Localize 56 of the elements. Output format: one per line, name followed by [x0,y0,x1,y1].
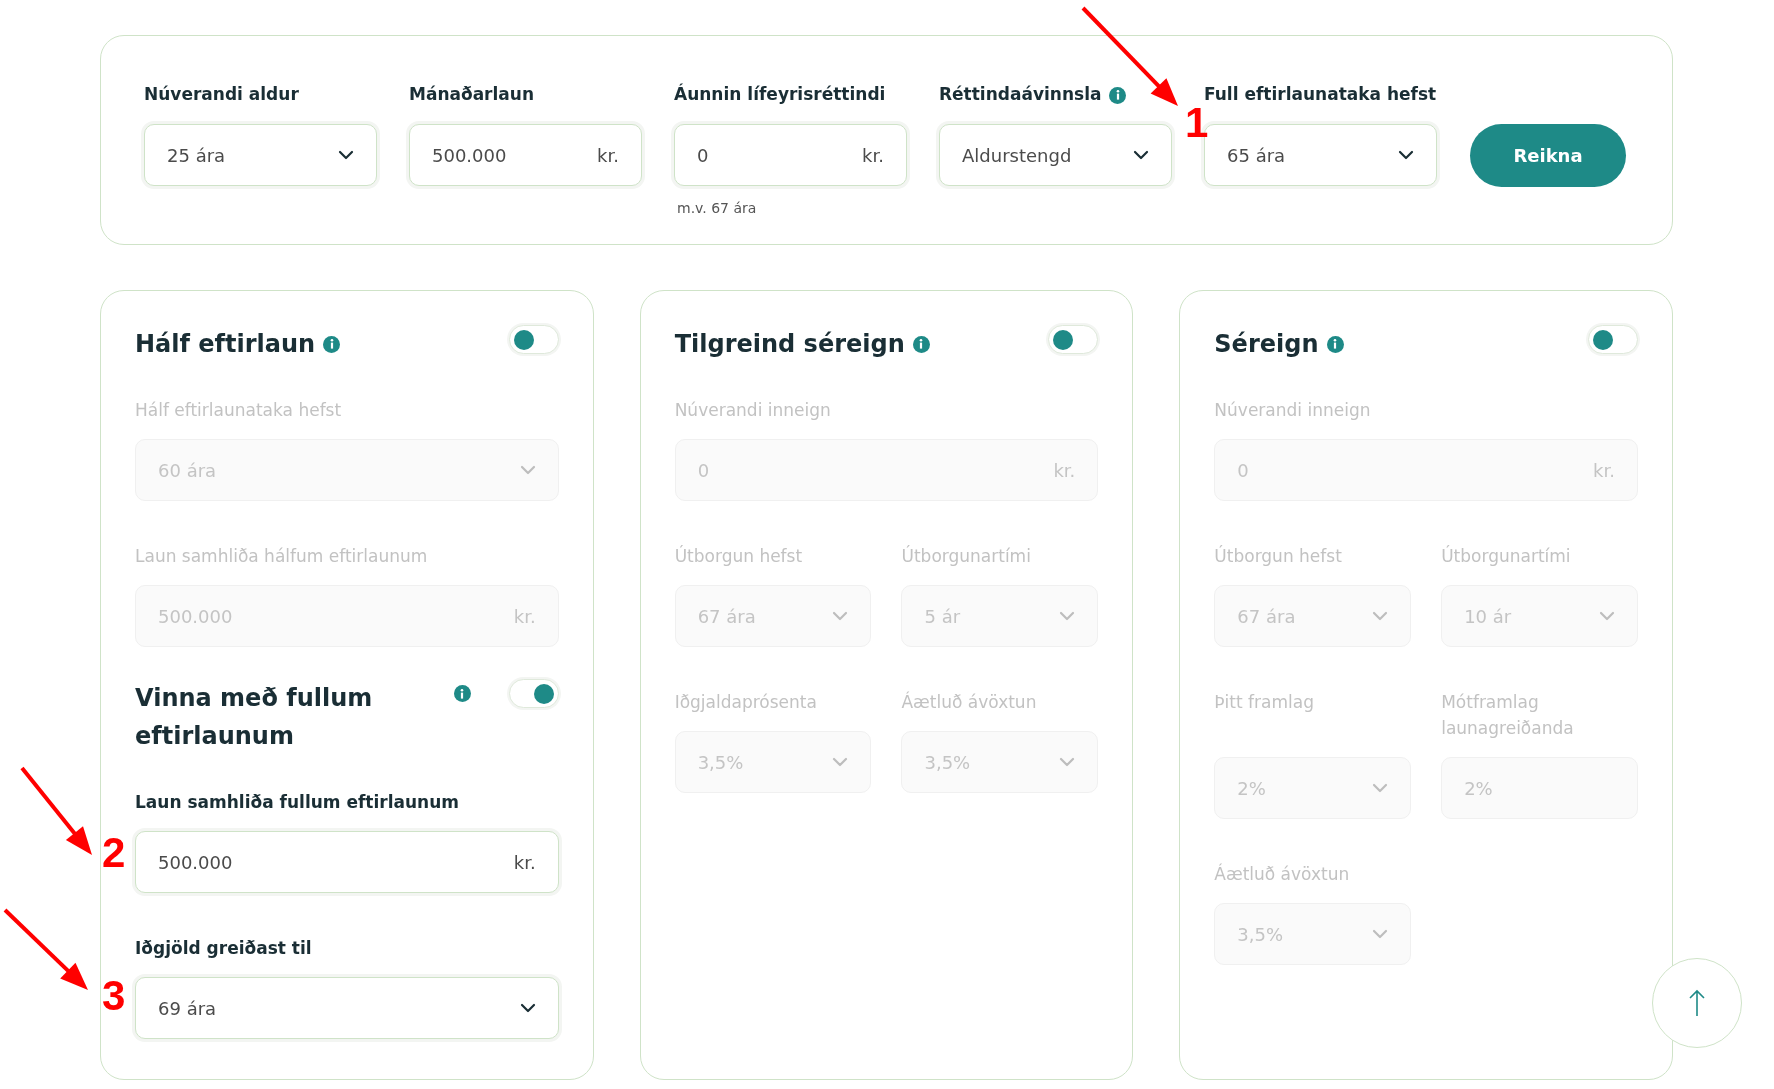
chevron-down-icon [519,465,536,475]
chevron-down-icon [1059,611,1076,621]
chevron-down-icon [1059,757,1076,767]
field-label: Útborgun hefst [674,544,804,568]
info-icon[interactable] [1109,86,1127,104]
arrow-up-icon [1688,989,1706,1017]
chevron-down-icon [1372,611,1389,621]
toggle-switch[interactable] [508,679,559,708]
field-label: Núverandi aldur [144,83,299,107]
field-label: Laun samhliða fullum eftirlaunum [135,791,461,814]
field-label: Áætluð ávöxtun [901,690,1038,714]
field-label: Núverandi inneign [674,399,832,422]
chevron-down-icon [1398,150,1414,160]
chevron-down-icon [519,1003,536,1013]
hint-text: m.v. 67 ára [677,199,758,218]
field-label: Iðgjaldaprósenta [674,691,818,714]
section-title: Hálf eftirlaun [135,329,316,360]
input-field[interactable]: 500.000 kr. [409,124,642,186]
chevron-down-icon [1372,929,1389,939]
field-label: Mánaðarlaun [409,83,534,107]
toggle-switch[interactable] [1048,325,1099,354]
chevron-down-icon [338,150,354,160]
field-label: Núverandi inneign [1214,399,1372,422]
annotation-number: 3 [102,975,126,1017]
toggle-switch[interactable] [1588,325,1638,354]
dropdown[interactable]: 69 ára [135,977,559,1039]
info-icon[interactable] [453,685,471,702]
dropdown[interactable]: 25 ára [144,124,377,186]
section-title: Tilgreind séreign [674,329,905,360]
field-label: Þitt framlag [1214,691,1315,714]
field-label: Mótframlag launagreiðanda [1441,691,1575,740]
field-label: Iðgjöld greiðast til [135,937,313,960]
chevron-down-icon [1133,150,1149,160]
info-icon[interactable] [912,335,930,353]
field-label: Réttindaávinnsla [939,83,1102,107]
chevron-down-icon [832,611,849,621]
field-label: Útborgunartími [1441,544,1572,568]
input-field[interactable]: 0 kr. [674,124,907,186]
chevron-down-icon [1372,783,1389,793]
field-label: Hálf eftirlaunataka hefst [135,399,343,422]
annotation-number: 2 [102,832,126,874]
dropdown[interactable]: Aldurstengd [939,124,1172,186]
section-title: Vinna með fullum eftirlaunum [135,683,374,752]
info-icon[interactable] [1326,335,1344,353]
chevron-down-icon [832,757,849,767]
chevron-down-icon [1599,611,1615,621]
field-label: Útborgunartími [901,544,1032,568]
info-icon[interactable] [323,335,341,353]
input-field[interactable]: 500.000 kr. [135,831,559,893]
field-label: Útborgun hefst [1214,544,1343,568]
field-label: Laun samhliða hálfum eftirlaunum [135,545,429,568]
field-label: Áunnin lífeyrisréttindi [674,82,886,107]
field-label: Áætluð ávöxtun [1214,862,1351,886]
toggle-switch[interactable] [508,325,559,354]
section-title: Séreign [1214,329,1319,360]
calculate-button[interactable]: Reikna [1470,124,1626,187]
